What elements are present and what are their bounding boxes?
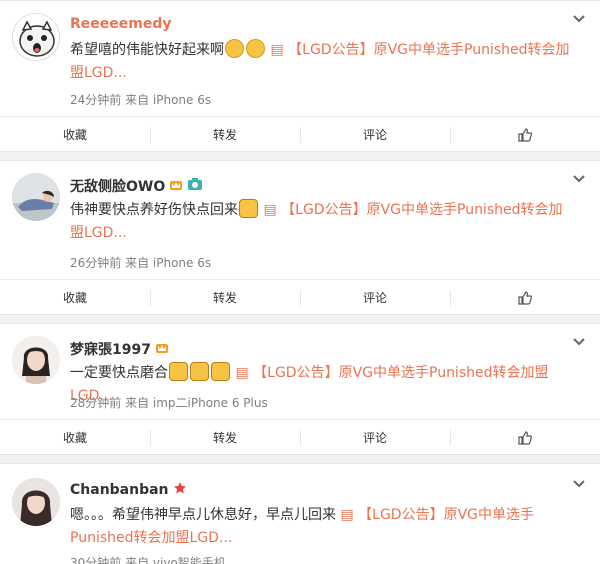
fist-emoji-icon bbox=[239, 199, 258, 218]
timestamp-source: 30分钟前 来自 vivo智能手机 bbox=[70, 556, 226, 564]
emoji-icon bbox=[225, 39, 244, 58]
action-bar: 收藏 转发 评论 bbox=[0, 419, 600, 455]
like-button[interactable] bbox=[450, 280, 600, 315]
repost-button[interactable]: 转发 bbox=[150, 280, 300, 315]
comment-button[interactable]: 评论 bbox=[300, 280, 450, 315]
link-doc-icon: ▤ bbox=[235, 365, 249, 381]
member-crown-icon bbox=[169, 177, 183, 195]
star-icon bbox=[173, 481, 187, 499]
like-button[interactable] bbox=[450, 117, 600, 152]
fist-emoji-icon bbox=[211, 362, 230, 381]
avatar[interactable] bbox=[12, 173, 60, 221]
comment-text: 希望嘻的伟能快好起来啊 ▤ 【LGD公告】原VG中单选手Punished转会加盟… bbox=[70, 39, 570, 85]
timestamp-source: 26分钟前 来自 iPhone 6s bbox=[70, 256, 212, 270]
comment-text: 嗯。。。希望伟神早点儿休息好，早点儿回来 ▤ 【LGD公告】原VG中单选手Pun… bbox=[70, 507, 534, 546]
comment-card: 无敌侧脸OWO 伟神要快点养好伤快点回来 ▤ 【LGD公告】原VG中单选手Pun… bbox=[0, 160, 600, 315]
camera-icon bbox=[187, 177, 203, 195]
comment-button[interactable]: 评论 bbox=[300, 117, 450, 152]
chevron-down-icon[interactable] bbox=[572, 334, 586, 348]
comment-card: Reeeeemedy 希望嘻的伟能快好起来啊 ▤ 【LGD公告】原VG中单选手P… bbox=[0, 0, 600, 152]
link-doc-icon: ▤ bbox=[270, 42, 284, 58]
favorite-button[interactable]: 收藏 bbox=[0, 117, 150, 152]
comment-text: 伟神要快点养好伤快点回来 ▤ 【LGD公告】原VG中单选手Punished转会加… bbox=[70, 199, 570, 245]
action-bar: 收藏 转发 评论 bbox=[0, 116, 600, 152]
favorite-button[interactable]: 收藏 bbox=[0, 280, 150, 315]
chevron-down-icon[interactable] bbox=[572, 11, 586, 25]
chevron-down-icon[interactable] bbox=[572, 476, 586, 490]
timestamp-source: 24分钟前 来自 iPhone 6s bbox=[70, 93, 212, 107]
thumbs-up-icon bbox=[518, 290, 532, 305]
comment-card: Chanbanban 嗯。。。希望伟神早点儿休息好，早点儿回来 ▤ 【LGD公告… bbox=[0, 463, 600, 564]
username[interactable]: 无敌侧脸OWO bbox=[70, 176, 203, 196]
emoji-icon bbox=[246, 39, 265, 58]
fist-emoji-icon bbox=[169, 362, 188, 381]
thumbs-up-icon bbox=[518, 127, 532, 142]
thumbs-up-icon bbox=[518, 430, 532, 445]
avatar[interactable] bbox=[12, 478, 60, 526]
username[interactable]: 梦寐張1997 bbox=[70, 339, 169, 359]
link-doc-icon: ▤ bbox=[340, 507, 354, 523]
username[interactable]: Chanbanban bbox=[70, 481, 187, 499]
comment-card: 梦寐張1997 一定要快点磨合 ▤ 【LGD公告】原VG中单选手Punished… bbox=[0, 323, 600, 455]
like-button[interactable] bbox=[450, 420, 600, 455]
member-crown-icon bbox=[155, 340, 169, 358]
repost-button[interactable]: 转发 bbox=[150, 117, 300, 152]
timestamp-source: 28分钟前 来自 imp二iPhone 6 Plus bbox=[70, 396, 268, 410]
avatar[interactable] bbox=[12, 336, 60, 384]
username[interactable]: Reeeeemedy bbox=[70, 16, 172, 32]
fist-emoji-icon bbox=[190, 362, 209, 381]
repost-button[interactable]: 转发 bbox=[150, 420, 300, 455]
link-doc-icon: ▤ bbox=[263, 202, 277, 218]
avatar[interactable] bbox=[12, 13, 60, 61]
chevron-down-icon[interactable] bbox=[572, 171, 586, 185]
action-bar: 收藏 转发 评论 bbox=[0, 279, 600, 315]
favorite-button[interactable]: 收藏 bbox=[0, 420, 150, 455]
comment-button[interactable]: 评论 bbox=[300, 420, 450, 455]
